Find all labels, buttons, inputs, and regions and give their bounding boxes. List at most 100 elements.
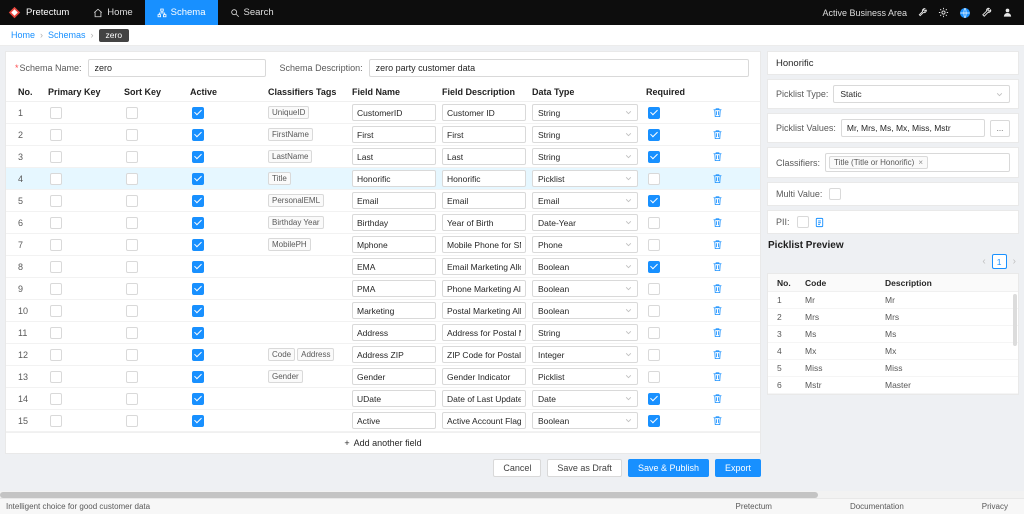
delete-row-icon[interactable] xyxy=(712,217,742,228)
sort-key-checkbox[interactable] xyxy=(126,150,138,163)
preview-row[interactable]: 4 Mx Mx xyxy=(768,343,1018,360)
active-checkbox[interactable] xyxy=(192,238,204,251)
data-type-select[interactable]: Boolean xyxy=(532,280,638,297)
field-description-input[interactable] xyxy=(442,170,526,187)
footer-link-privacy[interactable]: Privacy xyxy=(982,502,1008,511)
field-description-input[interactable] xyxy=(442,236,526,253)
primary-key-checkbox[interactable] xyxy=(50,238,62,251)
data-type-select[interactable]: String xyxy=(532,126,638,143)
field-name-input[interactable] xyxy=(352,280,436,297)
sort-key-checkbox[interactable] xyxy=(126,304,138,317)
field-description-input[interactable] xyxy=(442,302,526,319)
data-type-select[interactable]: Email xyxy=(532,192,638,209)
required-checkbox[interactable] xyxy=(648,194,660,207)
horizontal-scrollbar-thumb[interactable] xyxy=(0,491,818,498)
schema-description-input[interactable] xyxy=(368,59,749,77)
sort-key-checkbox[interactable] xyxy=(126,370,138,383)
field-description-input[interactable] xyxy=(442,390,526,407)
sort-key-checkbox[interactable] xyxy=(126,216,138,229)
sort-key-checkbox[interactable] xyxy=(126,392,138,405)
pii-checkbox[interactable] xyxy=(796,216,809,228)
primary-key-checkbox[interactable] xyxy=(50,128,62,141)
field-row[interactable]: 1 UniqueID String xyxy=(6,102,760,124)
primary-key-checkbox[interactable] xyxy=(50,348,62,361)
required-checkbox[interactable] xyxy=(648,260,660,273)
preview-scrollbar-thumb[interactable] xyxy=(1013,294,1017,346)
data-type-select[interactable]: String xyxy=(532,148,638,165)
field-name-input[interactable] xyxy=(352,170,436,187)
data-type-select[interactable]: Date-Year xyxy=(532,214,638,231)
export-button[interactable]: Export xyxy=(714,459,761,477)
data-type-select[interactable]: String xyxy=(532,104,638,121)
required-checkbox[interactable] xyxy=(648,216,660,229)
field-name-input[interactable] xyxy=(352,324,436,341)
delete-row-icon[interactable] xyxy=(712,261,742,272)
data-type-select[interactable]: String xyxy=(532,324,638,341)
sort-key-checkbox[interactable] xyxy=(126,128,138,141)
globe-icon[interactable] xyxy=(959,7,971,19)
field-name-input[interactable] xyxy=(352,412,436,429)
preview-row[interactable]: 5 Miss Miss xyxy=(768,360,1018,377)
field-row[interactable]: 9 Boolean xyxy=(6,278,760,300)
delete-row-icon[interactable] xyxy=(712,195,742,206)
remove-tag-icon[interactable]: × xyxy=(918,158,923,167)
active-checkbox[interactable] xyxy=(192,194,204,207)
field-row[interactable]: 4 Title Picklist xyxy=(6,168,760,190)
active-checkbox[interactable] xyxy=(192,348,204,361)
field-description-input[interactable] xyxy=(442,412,526,429)
delete-row-icon[interactable] xyxy=(712,173,742,184)
pagination-page-1[interactable]: 1 xyxy=(991,254,1007,269)
data-type-select[interactable]: Phone xyxy=(532,236,638,253)
field-description-input[interactable] xyxy=(442,214,526,231)
field-name-input[interactable] xyxy=(352,368,436,385)
tools-icon[interactable] xyxy=(981,7,992,18)
sort-key-checkbox[interactable] xyxy=(126,282,138,295)
active-checkbox[interactable] xyxy=(192,392,204,405)
field-row[interactable]: 7 MobilePH Phone xyxy=(6,234,760,256)
required-checkbox[interactable] xyxy=(648,106,660,119)
breadcrumb-home[interactable]: Home xyxy=(11,30,35,40)
primary-key-checkbox[interactable] xyxy=(50,260,62,273)
field-description-input[interactable] xyxy=(442,280,526,297)
active-checkbox[interactable] xyxy=(192,282,204,295)
sort-key-checkbox[interactable] xyxy=(126,326,138,339)
sort-key-checkbox[interactable] xyxy=(126,238,138,251)
required-checkbox[interactable] xyxy=(648,304,660,317)
primary-key-checkbox[interactable] xyxy=(50,150,62,163)
active-checkbox[interactable] xyxy=(192,150,204,163)
nav-item-home[interactable]: Home xyxy=(81,0,144,25)
required-checkbox[interactable] xyxy=(648,370,660,383)
active-checkbox[interactable] xyxy=(192,172,204,185)
add-field-button[interactable]: + Add another field xyxy=(6,432,760,453)
breadcrumb-schemas[interactable]: Schemas xyxy=(48,30,86,40)
delete-row-icon[interactable] xyxy=(712,239,742,250)
data-type-select[interactable]: Boolean xyxy=(532,302,638,319)
preview-row[interactable]: 3 Ms Ms xyxy=(768,326,1018,343)
field-row[interactable]: 3 LastName String xyxy=(6,146,760,168)
user-icon[interactable] xyxy=(1002,7,1013,18)
field-description-input[interactable] xyxy=(442,104,526,121)
pagination-prev-icon[interactable]: ‹ xyxy=(982,256,985,267)
required-checkbox[interactable] xyxy=(648,128,660,141)
field-name-input[interactable] xyxy=(352,192,436,209)
wrench-icon[interactable] xyxy=(917,7,928,18)
field-description-input[interactable] xyxy=(442,126,526,143)
required-checkbox[interactable] xyxy=(648,172,660,185)
field-name-input[interactable] xyxy=(352,258,436,275)
primary-key-checkbox[interactable] xyxy=(50,282,62,295)
required-checkbox[interactable] xyxy=(648,392,660,405)
data-type-select[interactable]: Integer xyxy=(532,346,638,363)
delete-row-icon[interactable] xyxy=(712,129,742,140)
footer-link-documentation[interactable]: Documentation xyxy=(850,502,904,511)
primary-key-checkbox[interactable] xyxy=(50,194,62,207)
field-description-input[interactable] xyxy=(442,258,526,275)
primary-key-checkbox[interactable] xyxy=(50,216,62,229)
picklist-values-input[interactable] xyxy=(840,119,985,137)
active-checkbox[interactable] xyxy=(192,326,204,339)
delete-row-icon[interactable] xyxy=(712,349,742,360)
delete-row-icon[interactable] xyxy=(712,283,742,294)
cancel-button[interactable]: Cancel xyxy=(493,459,542,477)
field-name-input[interactable] xyxy=(352,214,436,231)
primary-key-checkbox[interactable] xyxy=(50,392,62,405)
active-checkbox[interactable] xyxy=(192,370,204,383)
